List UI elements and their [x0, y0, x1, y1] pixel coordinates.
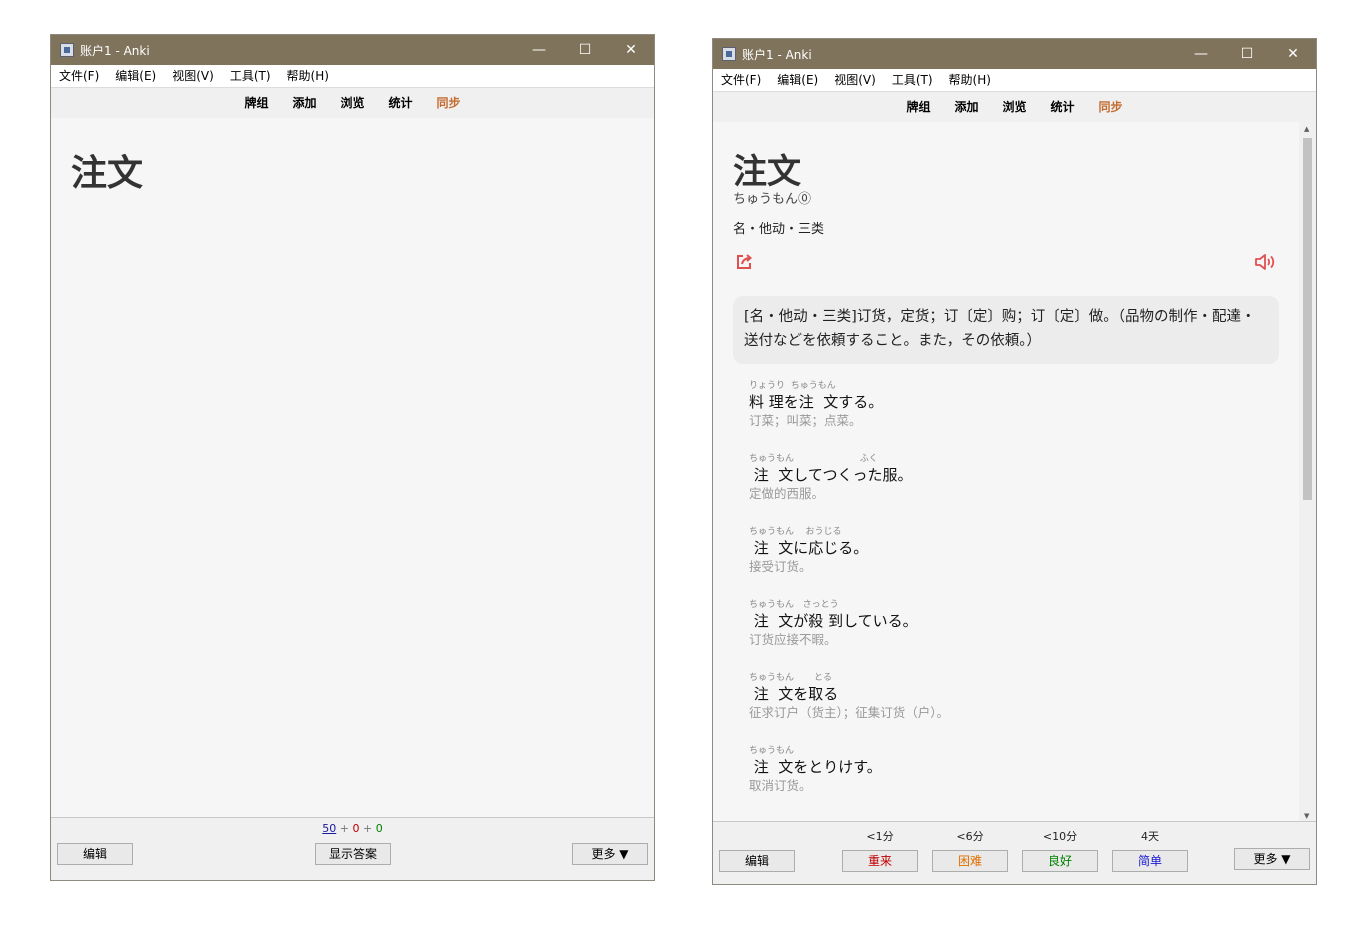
toolbar-browse[interactable]: 浏览 — [340, 88, 364, 118]
toolbar-browse[interactable]: 浏览 — [1002, 92, 1026, 122]
menu-edit[interactable]: 编辑(E) — [777, 69, 818, 91]
example-sentence: ちゅうもん さっとう 注 文が殺 到している。 订货应接不暇。 — [749, 600, 1249, 649]
anki-app-icon — [60, 43, 74, 57]
bottom-bar: 50 + 0 + 0 编辑 显示答案 更多 ▼ — [51, 817, 654, 880]
toolbar-add[interactable]: 添加 — [954, 92, 978, 122]
example-sentence: ちゅうもん おうじる 注 文に応じる。 接受订货。 — [749, 527, 1249, 576]
example-sentence: りょうり ちゅうもん 料 理を注 文する。 订菜；叫菜；点菜。 — [749, 381, 1249, 430]
menu-view[interactable]: 视图(V) — [834, 69, 876, 91]
interval-hard: <6分 — [956, 830, 984, 843]
due-counts: 50 + 0 + 0 — [51, 822, 654, 835]
example-translation: 定做的西服。 — [749, 486, 825, 501]
close-button[interactable]: ✕ — [608, 35, 654, 65]
count-separator: + — [363, 822, 373, 835]
toolbar-add[interactable]: 添加 — [292, 88, 316, 118]
menu-help[interactable]: 帮助(H) — [287, 65, 329, 87]
card-view: 注文 ちゅうもん⓪ 名・他动・三类 [名・他动・三类]订货，定货；订〔定〕购；订… — [713, 122, 1316, 822]
anki-window-question: 账户1 - Anki — ☐ ✕ 文件(F) 编辑(E) 视图(V) 工具(T) 帮助(… — [50, 34, 655, 881]
menu-view[interactable]: 视图(V) — [172, 65, 214, 87]
scrollbar-thumb[interactable] — [1303, 138, 1312, 500]
hard-button[interactable]: 困难 — [932, 850, 1008, 872]
title-bar[interactable]: 账户1 - Anki — ☐ ✕ — [51, 35, 654, 65]
example-ruby: りょうり ちゅうもん — [749, 381, 836, 391]
toolbar-stats[interactable]: 统计 — [1051, 92, 1075, 122]
toolbar-decks[interactable]: 牌组 — [244, 88, 268, 118]
word-reading: ちゅうもん⓪ — [733, 192, 812, 207]
menu-bar: 文件(F) 编辑(E) 视图(V) 工具(T) 帮助(H) — [713, 69, 1316, 92]
card-front-word: 注文 — [71, 153, 144, 194]
again-button[interactable]: 重来 — [842, 850, 918, 872]
card-view: 注文 — [51, 118, 654, 818]
example-translation: 订货应接不暇。 — [749, 632, 837, 647]
maximize-button[interactable]: ☐ — [1224, 39, 1270, 69]
example-japanese: 注 文を取る — [749, 685, 839, 703]
toolbar-sync[interactable]: 同步 — [1099, 92, 1123, 122]
menu-file[interactable]: 文件(F) — [721, 69, 761, 91]
example-translation: 征求订户（货主）；征集订货（户）。 — [749, 705, 950, 720]
example-ruby: ちゅうもん おうじる — [749, 527, 842, 537]
example-translation: 取消订货。 — [749, 778, 812, 793]
window-title: 账户1 - Anki — [80, 44, 150, 58]
share-icon[interactable] — [735, 253, 753, 271]
more-button[interactable]: 更多 ▼ — [1234, 848, 1310, 870]
example-japanese: 注 文をとりけす。 — [749, 758, 882, 776]
example-sentence: ちゅうもん 注 文をとりけす。 取消订货。 — [749, 746, 1249, 795]
show-answer-button[interactable]: 显示答案 — [315, 843, 391, 865]
menu-file[interactable]: 文件(F) — [59, 65, 99, 87]
vertical-scrollbar[interactable]: ▲ ▼ — [1299, 122, 1316, 822]
review-count: 0 — [375, 822, 383, 835]
example-japanese: 料 理を注 文する。 — [749, 393, 884, 411]
toolbar-decks[interactable]: 牌组 — [906, 92, 930, 122]
minimize-button[interactable]: — — [516, 35, 562, 65]
more-button[interactable]: 更多 ▼ — [572, 843, 648, 865]
bottom-bar: 编辑 <1分 <6分 <10分 4天 重来 困难 良好 简单 更多 ▼ — [713, 821, 1316, 884]
example-japanese: 注 文してつくった服。 — [749, 466, 913, 484]
interval-easy: 4天 — [1141, 830, 1159, 843]
interval-again: <1分 — [866, 830, 894, 843]
example-sentence: ちゅうもん とる 注 文を取る 征求订户（货主）；征集订货（户）。 — [749, 673, 1249, 722]
menu-help[interactable]: 帮助(H) — [949, 69, 991, 91]
title-bar[interactable]: 账户1 - Anki — ☐ ✕ — [713, 39, 1316, 69]
example-sentence: ちゅうもん ふく 注 文してつくった服。 定做的西服。 — [749, 454, 1249, 503]
edit-button[interactable]: 编辑 — [719, 850, 795, 872]
edit-button[interactable]: 编辑 — [57, 843, 133, 865]
anki-app-icon — [722, 47, 736, 61]
window-title: 账户1 - Anki — [742, 48, 812, 62]
menu-tools[interactable]: 工具(T) — [892, 69, 933, 91]
scroll-up-arrow-icon[interactable]: ▲ — [1304, 125, 1309, 133]
anki-window-answer: 账户1 - Anki — ☐ ✕ 文件(F) 编辑(E) 视图(V) 工具(T) 帮助(… — [712, 38, 1317, 885]
good-button[interactable]: 良好 — [1022, 850, 1098, 872]
main-toolbar: 牌组 添加 浏览 统计 同步 — [713, 92, 1316, 123]
new-count: 50 — [322, 822, 337, 835]
example-ruby: ちゅうもん とる — [749, 673, 833, 683]
close-button[interactable]: ✕ — [1270, 39, 1316, 69]
example-ruby: ちゅうもん — [749, 746, 795, 756]
menu-bar: 文件(F) 编辑(E) 视图(V) 工具(T) 帮助(H) — [51, 65, 654, 88]
example-ruby: ちゅうもん さっとう — [749, 600, 839, 610]
example-translation: 订菜；叫菜；点菜。 — [749, 413, 862, 428]
speaker-icon[interactable] — [1254, 252, 1276, 272]
main-toolbar: 牌组 添加 浏览 统计 同步 — [51, 88, 654, 119]
example-japanese: 注 文に応じる。 — [749, 539, 869, 557]
interval-good: <10分 — [1042, 830, 1078, 843]
maximize-button[interactable]: ☐ — [562, 35, 608, 65]
card-word: 注文 — [733, 152, 801, 192]
scroll-down-arrow-icon[interactable]: ▼ — [1304, 812, 1309, 820]
count-separator: + — [339, 822, 349, 835]
menu-edit[interactable]: 编辑(E) — [115, 65, 156, 87]
part-of-speech: 名・他动・三类 — [733, 222, 825, 237]
minimize-button[interactable]: — — [1178, 39, 1224, 69]
easy-button[interactable]: 简单 — [1112, 850, 1188, 872]
toolbar-stats[interactable]: 统计 — [389, 88, 413, 118]
example-japanese: 注 文が殺 到している。 — [749, 612, 918, 630]
toolbar-sync[interactable]: 同步 — [437, 88, 461, 118]
example-translation: 接受订货。 — [749, 559, 812, 574]
learn-count: 0 — [352, 822, 360, 835]
definition-box: [名・他动・三类]订货，定货；订〔定〕购；订〔定〕做。（品物の制作・配達・送付な… — [733, 296, 1279, 364]
menu-tools[interactable]: 工具(T) — [230, 65, 271, 87]
example-ruby: ちゅうもん ふく — [749, 454, 878, 464]
